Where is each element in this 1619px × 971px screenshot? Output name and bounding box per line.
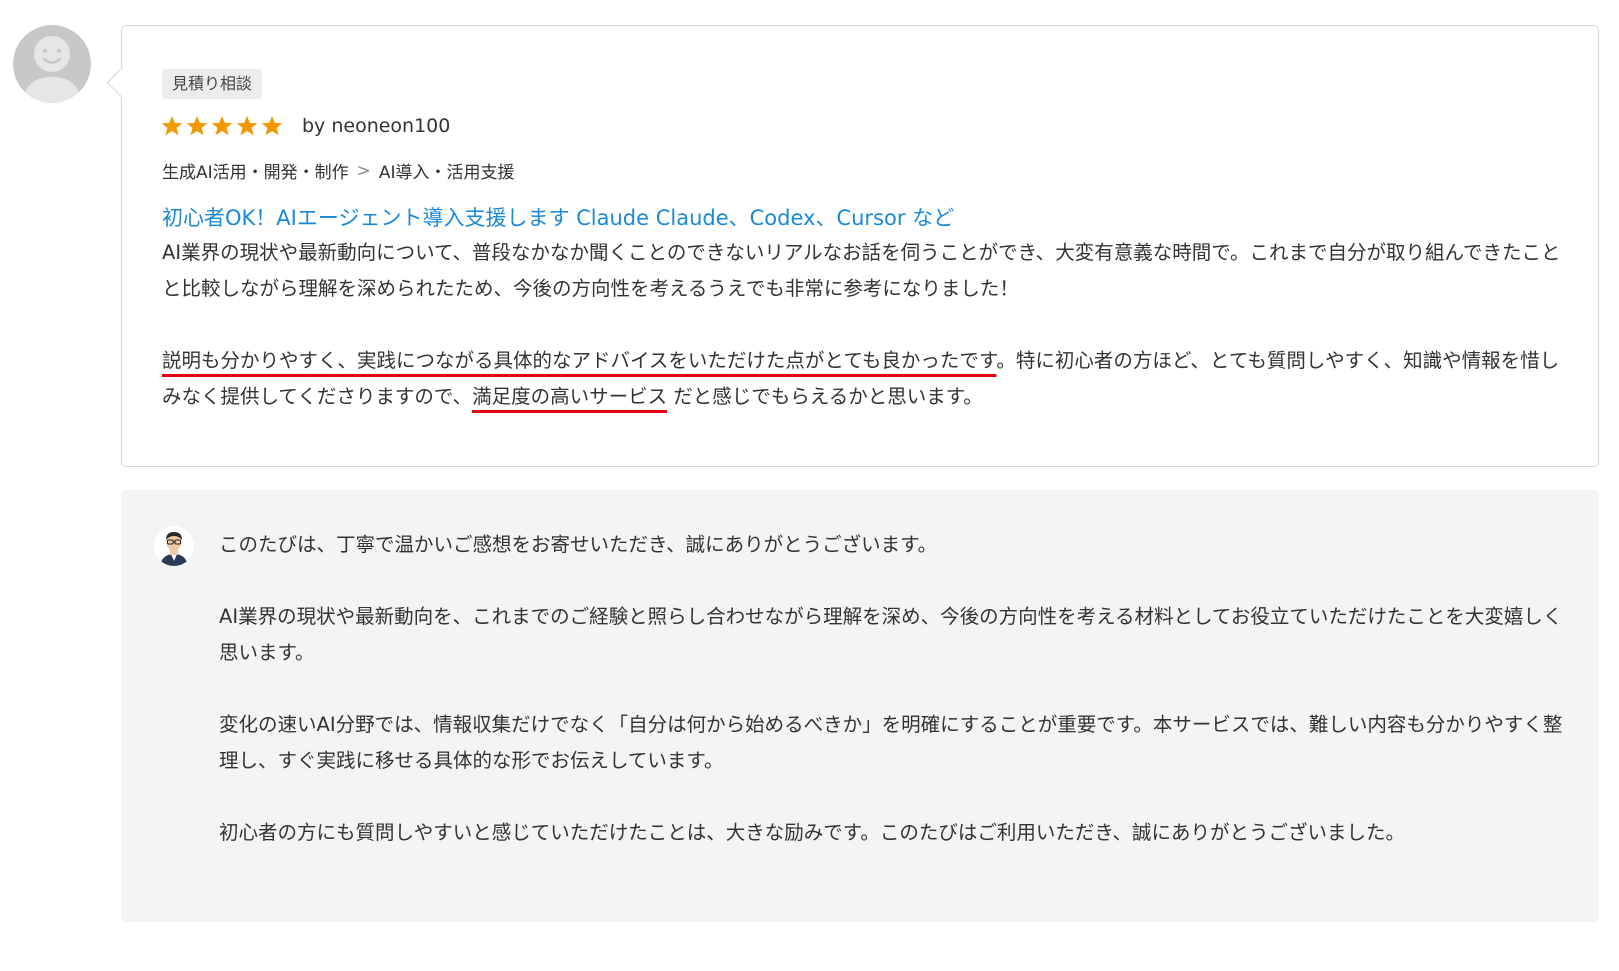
reply-paragraph: AI業界の現状や最新動向を、これまでのご経験と照らし合わせながら理解を深め、今後… xyxy=(219,605,1563,664)
category-child[interactable]: AI導入・活用支援 xyxy=(379,158,515,183)
review-paragraph: AI業界の現状や最新動向について、普段なかなか聞くことのできないリアルなお話を伺… xyxy=(162,241,1561,300)
category-parent[interactable]: 生成AI活用・開発・制作 xyxy=(162,158,349,183)
category-breadcrumb: 生成AI活用・開発・制作 > AI導入・活用支援 xyxy=(162,158,515,184)
star-icon xyxy=(185,115,209,137)
review-text-span: だと感じでもらえるかと思います。 xyxy=(667,385,983,408)
review-paragraph: 説明も分かりやすく、実践につながる具体的なアドバイスをいただけた点がとても良かっ… xyxy=(162,343,1562,415)
seller-portrait-icon xyxy=(154,526,194,566)
rating-row: by neoneon100 xyxy=(160,111,450,141)
review-card: 見積り相談 by neoneon100 生成AI活用・開発・制作 > AI導入・… xyxy=(106,25,1599,467)
default-user-icon xyxy=(23,36,81,103)
reply-paragraph: 初心者の方にも質問しやすいと感じていただけたことは、大きな励みです。このたびはご… xyxy=(219,821,1405,844)
star-icon xyxy=(260,115,284,137)
star-rating xyxy=(160,115,284,137)
reply-paragraph: このたびは、丁寧で温かいご感想をお寄せいただき、誠にありがとうございます。 xyxy=(219,533,938,556)
highlighted-text: 満足度の高いサービス xyxy=(472,385,668,408)
reviewer-byline: by neoneon100 xyxy=(302,115,451,137)
card-pointer xyxy=(106,67,137,98)
reviewer-avatar[interactable] xyxy=(13,25,91,103)
seller-reply: このたびは、丁寧で温かいご感想をお寄せいただき、誠にありがとうございます。 AI… xyxy=(121,490,1599,922)
breadcrumb-separator: > xyxy=(356,160,371,181)
star-icon xyxy=(235,115,259,137)
service-title-link[interactable]: 初心者OK！AIエージェント導入支援します Claude Claude、Code… xyxy=(162,202,954,232)
star-icon xyxy=(160,115,184,137)
review-text: AI業界の現状や最新動向について、普段なかなか聞くことのできないリアルなお話を伺… xyxy=(162,235,1562,415)
review-tag: 見積り相談 xyxy=(162,69,263,99)
seller-avatar[interactable] xyxy=(154,526,194,566)
reply-text: このたびは、丁寧で温かいご感想をお寄せいただき、誠にありがとうございます。 AI… xyxy=(219,527,1564,851)
highlighted-text: 説明も分かりやすく、実践につながる具体的なアドバイスをいただけた点がとても良かっ… xyxy=(162,349,997,372)
star-icon xyxy=(210,115,234,137)
reply-paragraph: 変化の速いAI分野では、情報収集だけでなく「自分は何から始めるべきか」を明確にす… xyxy=(219,713,1563,772)
